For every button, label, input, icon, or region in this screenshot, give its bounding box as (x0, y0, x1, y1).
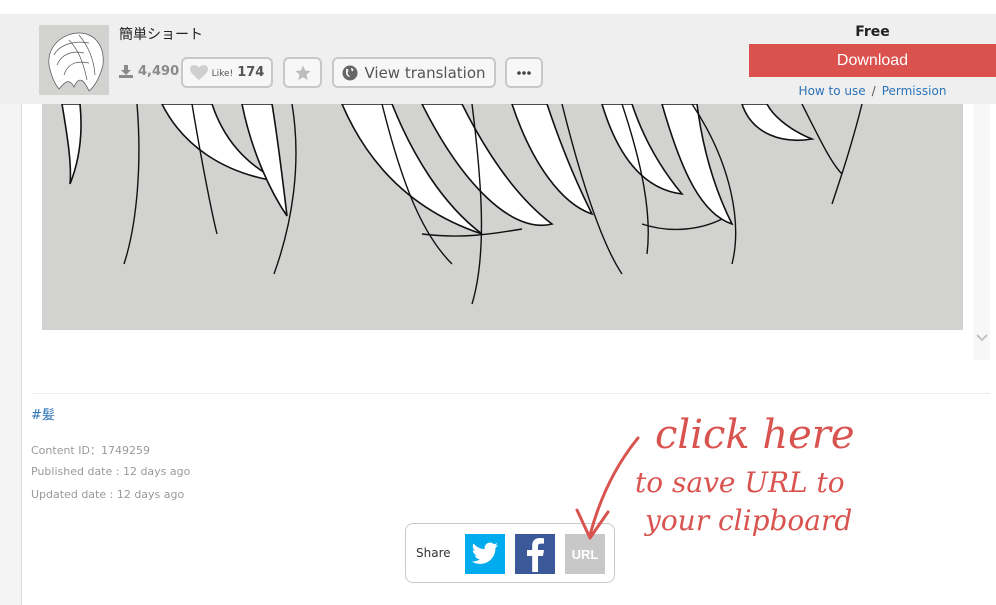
facebook-share-button[interactable] (515, 534, 555, 574)
download-count-value: 4,490 (138, 64, 180, 79)
artwork-preview (42, 104, 963, 330)
section-divider (32, 393, 990, 394)
twitter-share-button[interactable] (465, 534, 505, 574)
published-date: Published date : 12 days ago (31, 465, 191, 478)
permission-link[interactable]: Permission (882, 84, 947, 98)
facebook-icon (527, 538, 544, 572)
download-count: 4,490 (119, 64, 179, 79)
more-options-button[interactable] (505, 57, 543, 88)
updated-date: Updated date : 12 days ago (31, 488, 185, 501)
help-links: How to use / Permission (749, 84, 996, 98)
view-translation-button[interactable]: View translation (332, 57, 496, 88)
share-box: Share URL (405, 523, 615, 583)
like-button[interactable]: Like! 174 (181, 57, 273, 88)
how-to-use-link[interactable]: How to use (799, 84, 866, 98)
share-label: Share (416, 546, 451, 560)
download-button[interactable]: Download (749, 44, 996, 77)
scroll-down-button[interactable] (973, 328, 990, 348)
view-translation-label: View translation (364, 63, 486, 82)
twitter-icon (471, 542, 498, 564)
content-header: 簡単ショート 4,490 Like! 174 View translation (0, 14, 996, 104)
chevron-down-icon (975, 334, 988, 342)
thumbnail[interactable] (39, 25, 109, 95)
scrollbar-track[interactable] (973, 104, 990, 360)
tag-link[interactable]: #髪 (31, 404, 55, 423)
link-separator: / (871, 84, 876, 98)
copy-url-button[interactable]: URL (565, 534, 605, 574)
like-label: Like! (211, 69, 234, 79)
heart-icon (189, 64, 208, 80)
favorite-button[interactable] (283, 57, 322, 88)
price-label: Free (855, 24, 890, 40)
content-title: 簡単ショート (119, 27, 203, 43)
globe-icon (342, 65, 358, 80)
hair-thumbnail-image (48, 32, 104, 92)
download-icon (119, 65, 133, 78)
hair-illustration (61, 104, 863, 305)
content-id: Content ID：1749259 (31, 444, 150, 457)
like-count: 174 (237, 65, 265, 80)
ellipsis-icon (517, 70, 531, 75)
star-icon (295, 65, 310, 80)
